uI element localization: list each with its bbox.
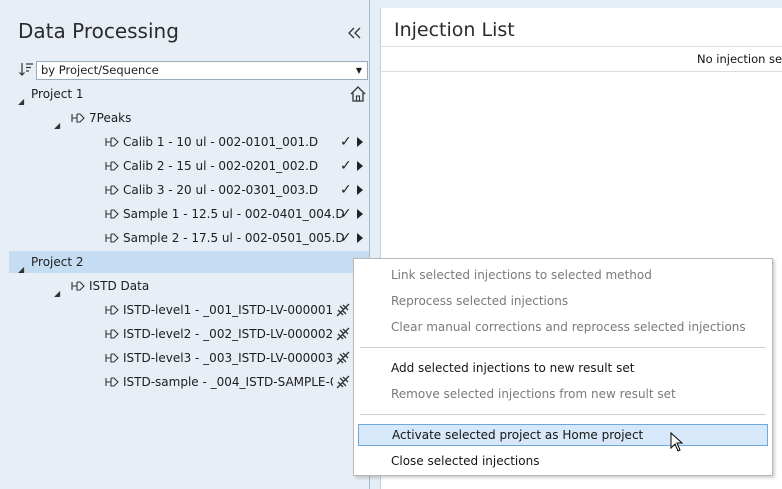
play-icon[interactable] [357,185,363,195]
menu-item-add-to-result-set[interactable]: Add selected injections to new result se… [358,357,768,379]
collapse-panel-button[interactable] [344,22,366,44]
injection-label: Calib 1 - 10 ul - 002-0101_001.D [123,135,319,149]
data-processing-panel: Data Processing by Project/Sequence ▼ ◢ … [0,0,370,489]
chevron-down-icon: ▼ [355,66,362,75]
empty-state-text: No injection sel [697,52,782,66]
menu-item-close-injections[interactable]: Close selected injections [358,450,768,472]
play-icon[interactable] [357,233,363,243]
injection-icon [105,353,119,363]
tree-project-2[interactable]: ◢ Project 2 [9,251,369,274]
injection-label: Calib 3 - 20 ul - 002-0301_003.D [123,183,319,197]
panel-title: Data Processing [18,19,179,43]
injection-label: ISTD-sample - _004_ISTD-SAMPLE-00 [123,375,333,389]
injection-icon [105,305,119,315]
tree-injection[interactable]: ISTD-level1 - _001_ISTD-LV-000001_0 [9,299,369,321]
menu-separator [360,414,766,415]
checkmark-icon: ✓ [340,158,352,174]
checkmark-icon: ✓ [340,230,352,246]
injection-icon [105,209,119,219]
checkmark-icon: ✓ [340,134,352,150]
tree-sequence-7peaks[interactable]: ◢ 7Peaks [9,107,369,130]
play-icon[interactable] [357,161,363,171]
tree-injection[interactable]: Sample 1 - 12.5 ul - 002-0401_004.D ✓ [9,203,369,225]
injection-label: Sample 1 - 12.5 ul - 002-0401_004.D [123,207,345,221]
tree-injection[interactable]: Sample 2 - 17.5 ul - 002-0501_005.D ✓ [9,227,369,249]
sequence-icon [71,281,85,291]
project-label: Project 2 [31,255,84,269]
tree-injection[interactable]: Calib 1 - 10 ul - 002-0101_001.D ✓ [9,131,369,153]
project-label: Project 1 [31,87,84,101]
grouping-dropdown[interactable]: by Project/Sequence ▼ [36,61,368,80]
sort-icon[interactable] [18,61,34,77]
injection-icon [105,329,119,339]
sequence-label: 7Peaks [89,111,132,125]
menu-item-link-to-method[interactable]: Link selected injections to selected met… [358,264,768,286]
unlinked-method-icon [336,303,350,317]
context-menu: Link selected injections to selected met… [353,258,773,476]
unlinked-method-icon [336,327,350,341]
checkmark-icon: ✓ [340,206,352,222]
menu-item-activate-home-project[interactable]: Activate selected project as Home projec… [358,424,768,446]
tree-injection[interactable]: Calib 2 - 15 ul - 002-0201_002.D ✓ [9,155,369,177]
injection-label: Sample 2 - 17.5 ul - 002-0501_005.D [123,231,345,245]
play-icon[interactable] [357,137,363,147]
injection-icon [105,137,119,147]
grouping-dropdown-value: by Project/Sequence [41,63,159,77]
tree-injection[interactable]: ISTD-level2 - _002_ISTD-LV-000002_0 [9,323,369,345]
mouse-cursor-icon [670,432,684,452]
tree-injection[interactable]: ISTD-level3 - _003_ISTD-LV-000003_0 [9,347,369,369]
unlinked-method-icon [336,375,350,389]
tree-sequence-istd-data[interactable]: ◢ ISTD Data [9,275,369,298]
menu-separator [360,347,766,348]
tree-injection[interactable]: Calib 3 - 20 ul - 002-0301_003.D ✓ [9,179,369,201]
panel-title: Injection List [394,19,515,41]
tree-injection[interactable]: ISTD-sample - _004_ISTD-SAMPLE-00 [9,371,369,393]
double-chevron-left-icon [348,27,361,39]
injection-icon [105,161,119,171]
injection-label: ISTD-level1 - _001_ISTD-LV-000001_0 [123,303,333,317]
injection-list-header: No injection sel [381,46,782,72]
injection-label: ISTD-level3 - _003_ISTD-LV-000003_0 [123,351,333,365]
injection-label: Calib 2 - 15 ul - 002-0201_002.D [123,159,319,173]
home-icon [350,86,366,102]
menu-item-clear-corrections[interactable]: Clear manual corrections and reprocess s… [358,316,768,338]
injection-label: ISTD-level2 - _002_ISTD-LV-000002_0 [123,327,333,341]
injection-icon [105,233,119,243]
checkmark-icon: ✓ [340,182,352,198]
injection-icon [105,185,119,195]
play-icon[interactable] [357,209,363,219]
tree-project-1[interactable]: ◢ Project 1 [9,83,369,106]
sequence-label: ISTD Data [89,279,150,293]
sequence-icon [71,113,85,123]
unlinked-method-icon [336,351,350,365]
menu-item-reprocess[interactable]: Reprocess selected injections [358,290,768,312]
injection-icon [105,377,119,387]
menu-item-remove-from-result-set[interactable]: Remove selected injections from new resu… [358,383,768,405]
